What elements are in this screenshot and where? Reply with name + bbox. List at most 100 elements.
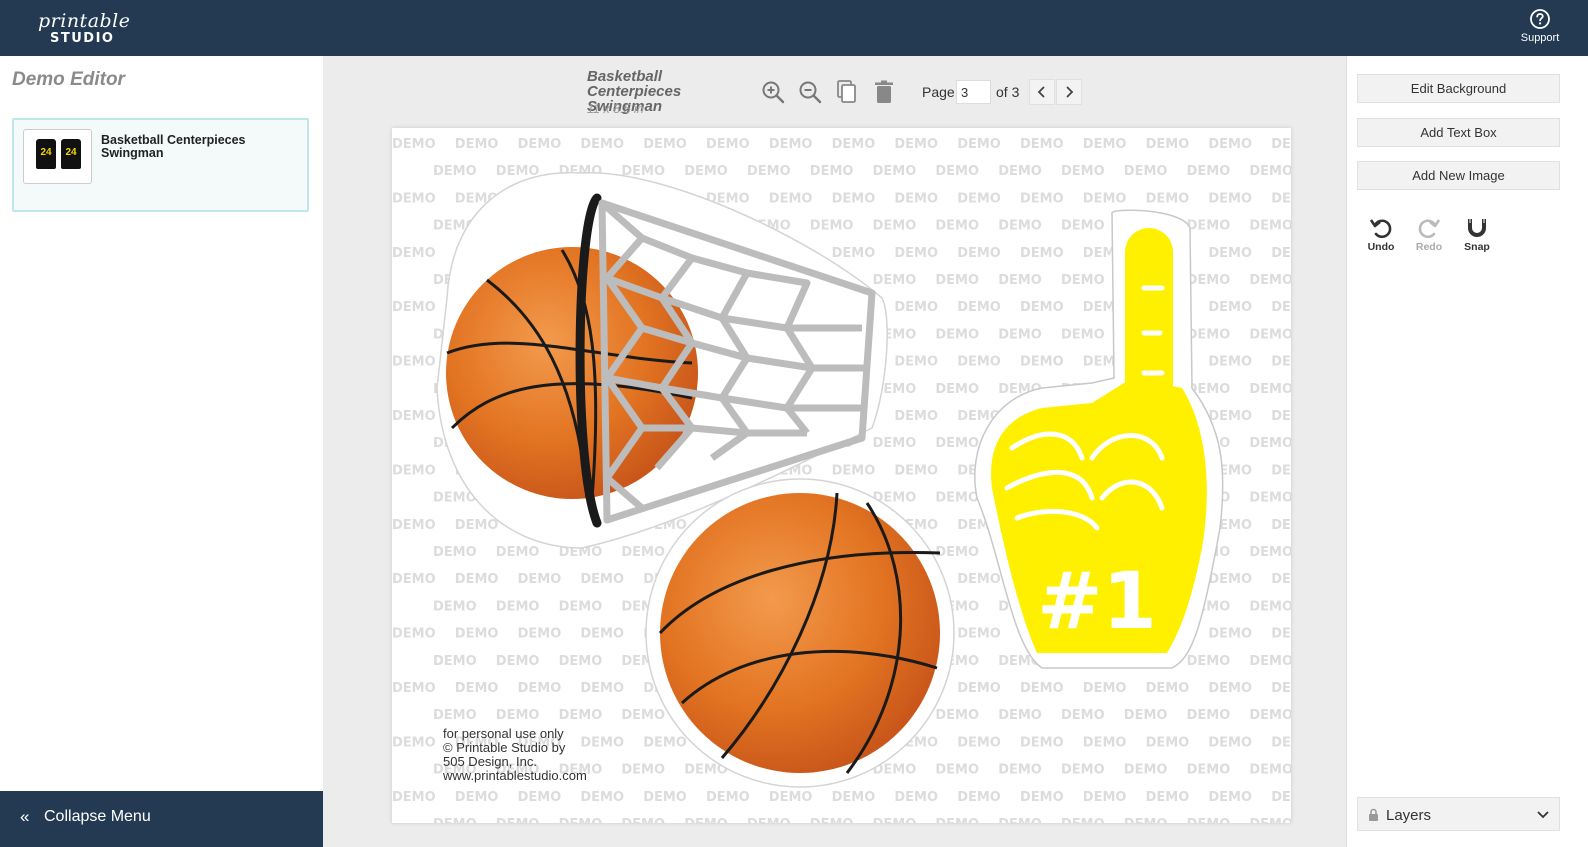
layers-dropdown[interactable]: Layers	[1357, 797, 1560, 831]
edit-background-button[interactable]: Edit Background	[1357, 74, 1560, 103]
demo-watermark: DEMO	[496, 654, 540, 669]
demo-watermark: DEMO	[810, 219, 854, 234]
demo-watermark: DEMO	[769, 137, 813, 152]
demo-watermark: DEMO	[1020, 790, 1064, 805]
demo-watermark: DEMO	[1020, 735, 1064, 750]
foam-finger-text: #1	[1037, 557, 1157, 647]
demo-watermark: DEMO	[1187, 327, 1231, 342]
snap-button[interactable]: Snap	[1457, 216, 1497, 253]
demo-watermark: DEMO	[1249, 436, 1291, 451]
demo-watermark: DEMO	[1208, 627, 1252, 642]
demo-watermark: DEMO	[518, 681, 562, 696]
left-sidebar: Demo Editor 24 24 Basketball Centerpiece…	[0, 56, 323, 847]
demo-watermark: DEMO	[433, 708, 477, 723]
lock-icon	[1369, 808, 1378, 821]
demo-watermark: DEMO	[433, 599, 477, 614]
demo-watermark: DEMO	[1208, 246, 1252, 261]
demo-watermark: DEMO	[1271, 355, 1291, 370]
demo-watermark: DEMO	[1208, 355, 1252, 370]
demo-watermark: DEMO	[1061, 164, 1105, 179]
demo-watermark: DEMO	[559, 654, 603, 669]
demo-watermark: DEMO	[455, 137, 499, 152]
demo-watermark: DEMO	[1208, 735, 1252, 750]
chevron-down-icon	[1537, 811, 1549, 819]
demo-watermark: DEMO	[1271, 191, 1291, 206]
demo-watermark: DEMO	[1208, 681, 1252, 696]
demo-watermark: DEMO	[832, 191, 876, 206]
chevron-left-icon	[1037, 86, 1045, 98]
delete-button[interactable]	[871, 79, 897, 105]
printable-studio-logo[interactable]: printable STUDIO	[36, 10, 130, 48]
demo-watermark: DEMO	[998, 273, 1042, 288]
demo-watermark: DEMO	[706, 137, 750, 152]
support-button[interactable]: Support	[1518, 6, 1562, 50]
logo-script: printable	[38, 10, 131, 32]
canvas-artwork: DEMO DEMO DEMO DEMO DEMO DEMO DEMO DEMO DEMO DEMO…	[392, 137, 1291, 823]
credit-line: www.printablestudio.com	[443, 768, 587, 783]
page-count: of 3	[996, 84, 1020, 100]
demo-watermark: DEMO	[1146, 735, 1190, 750]
demo-watermark: DEMO	[1249, 219, 1291, 234]
demo-watermark: DEMO	[1208, 300, 1252, 315]
right-sidebar: Edit Background Add Text Box Add New Ima…	[1346, 56, 1588, 847]
demo-watermark: DEMO	[621, 545, 665, 560]
demo-watermark: DEMO	[894, 409, 938, 424]
demo-watermark: DEMO	[684, 817, 728, 823]
demo-watermark: DEMO	[1124, 763, 1168, 778]
demo-watermark: DEMO	[455, 790, 499, 805]
demo-watermark: DEMO	[957, 137, 1001, 152]
demo-watermark: DEMO	[580, 681, 624, 696]
copy-icon	[837, 80, 856, 103]
demo-watermark: DEMO	[1249, 708, 1291, 723]
demo-watermark: DEMO	[1208, 790, 1252, 805]
layers-label: Layers	[1386, 807, 1432, 824]
collapse-menu-button[interactable]: « Collapse Menu	[0, 791, 323, 847]
duplicate-button[interactable]	[834, 79, 860, 105]
demo-watermark: DEMO	[935, 817, 979, 823]
project-card[interactable]: 24 24 Basketball Centerpieces Swingman	[12, 118, 309, 212]
next-page-button[interactable]	[1056, 79, 1082, 105]
add-text-box-button[interactable]: Add Text Box	[1357, 118, 1560, 147]
demo-watermark: DEMO	[1249, 654, 1291, 669]
demo-watermark: DEMO	[935, 545, 979, 560]
demo-watermark: DEMO	[455, 681, 499, 696]
demo-watermark: DEMO	[1146, 137, 1190, 152]
demo-watermark: DEMO	[496, 817, 540, 823]
add-new-image-button[interactable]: Add New Image	[1357, 161, 1560, 190]
demo-watermark: DEMO	[433, 654, 477, 669]
previous-page-button[interactable]	[1029, 79, 1055, 105]
demo-watermark: DEMO	[1083, 735, 1127, 750]
demo-watermark: DEMO	[894, 137, 938, 152]
undo-label: Undo	[1367, 241, 1395, 253]
demo-watermark: DEMO	[1061, 817, 1105, 823]
zoom-out-button[interactable]	[797, 79, 823, 105]
demo-watermark: DEMO	[1208, 572, 1252, 587]
undo-icon	[1369, 219, 1392, 239]
demo-watermark: DEMO	[1083, 137, 1127, 152]
demo-watermark: DEMO	[392, 355, 436, 370]
demo-watermark: DEMO	[1187, 219, 1231, 234]
design-canvas[interactable]: DEMO DEMO DEMO DEMO DEMO DEMO DEMO DEMO DEMO DEMO…	[392, 128, 1291, 823]
demo-watermark: DEMO	[957, 627, 1001, 642]
support-label: Support	[1520, 32, 1560, 44]
page-number-input[interactable]	[956, 80, 991, 104]
demo-watermark: DEMO	[1020, 246, 1064, 261]
demo-watermark: DEMO	[1124, 708, 1168, 723]
demo-watermark: DEMO	[392, 518, 436, 533]
demo-watermark: DEMO	[1271, 681, 1291, 696]
demo-watermark: DEMO	[935, 164, 979, 179]
demo-watermark: DEMO	[1187, 817, 1231, 823]
demo-watermark: DEMO	[1208, 137, 1252, 152]
basketball-graphic[interactable]	[645, 478, 955, 788]
demo-watermark: DEMO	[496, 545, 540, 560]
demo-watermark: DEMO	[1083, 191, 1127, 206]
undo-button[interactable]: Undo	[1361, 216, 1401, 253]
redo-button[interactable]: Redo	[1409, 216, 1449, 253]
demo-watermark: DEMO	[1271, 790, 1291, 805]
demo-watermark: DEMO	[392, 191, 436, 206]
demo-watermark: DEMO	[935, 491, 979, 506]
redo-icon	[1418, 219, 1441, 239]
demo-watermark: DEMO	[747, 817, 791, 823]
demo-watermark: DEMO	[894, 191, 938, 206]
zoom-in-button[interactable]	[760, 79, 786, 105]
